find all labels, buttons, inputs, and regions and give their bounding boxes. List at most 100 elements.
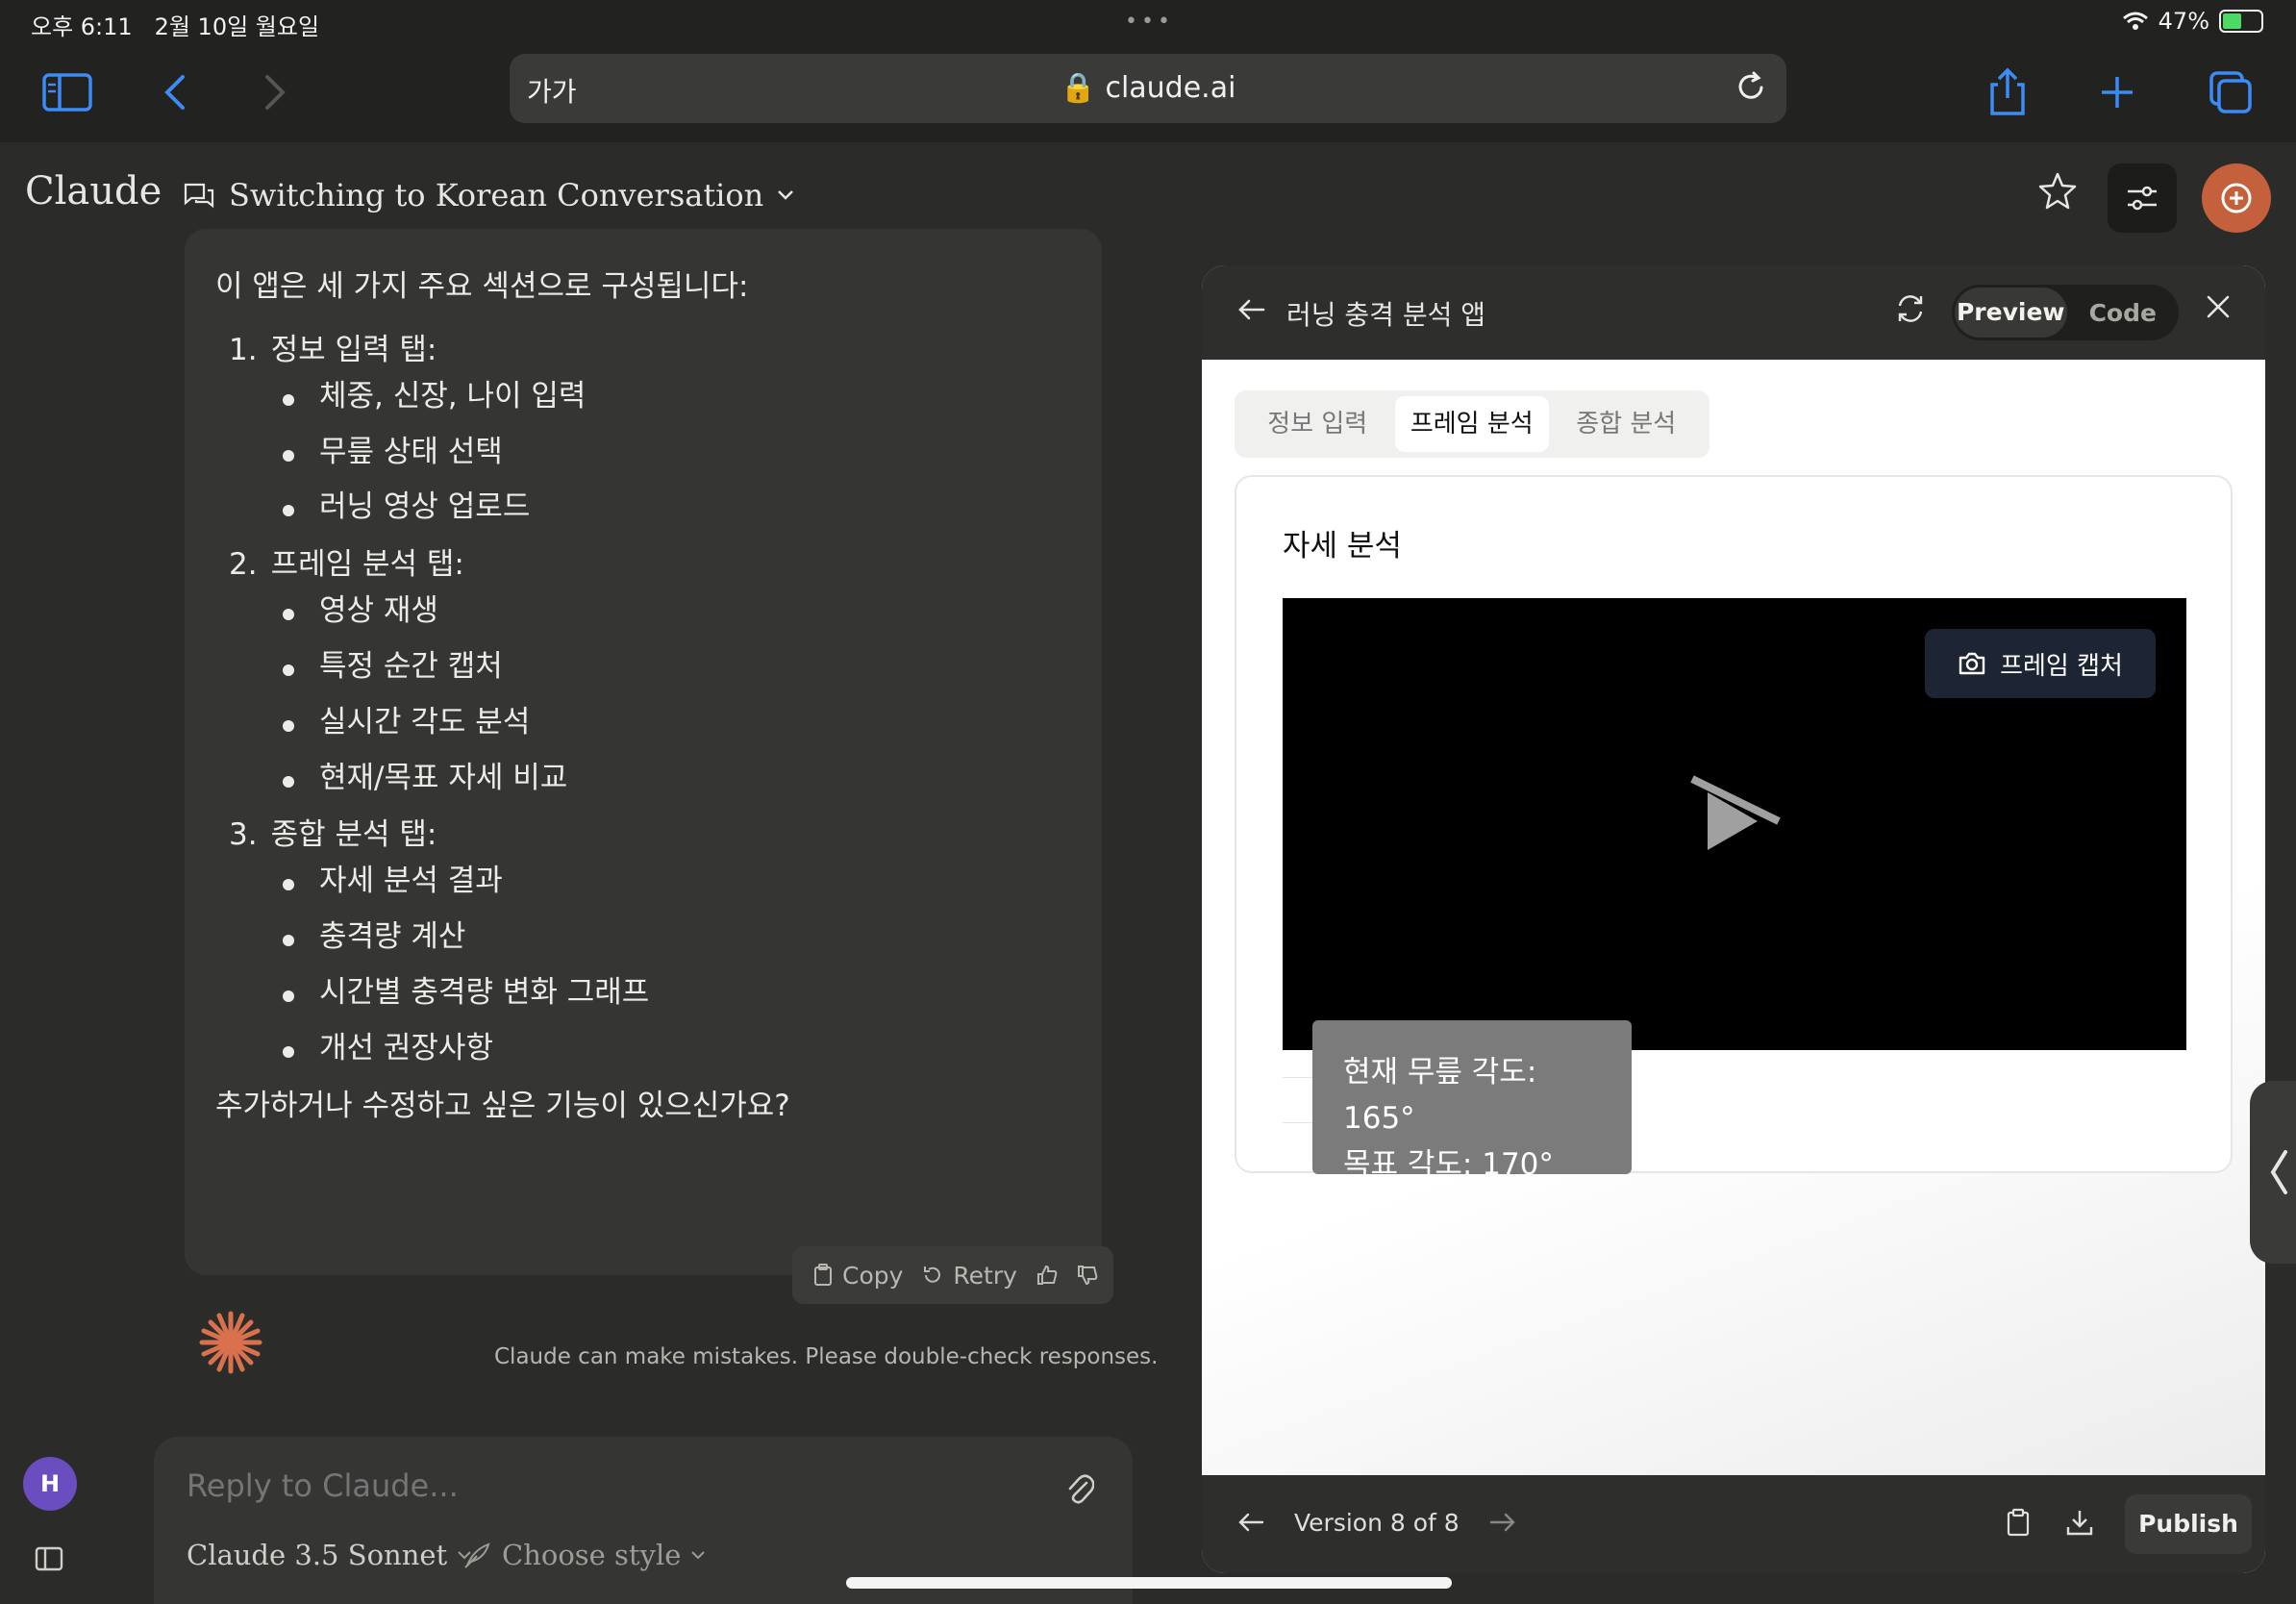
section-number: 2. — [229, 547, 258, 583]
model-selector[interactable]: Claude 3.5 Sonnet — [187, 1539, 472, 1571]
refresh-icon[interactable] — [1894, 292, 1927, 329]
url-text: claude.ai — [1105, 71, 1236, 105]
slide-over-handle[interactable] — [2250, 1081, 2296, 1264]
thumbs-down-icon[interactable] — [1077, 1265, 1098, 1286]
address-bar[interactable]: 가가 🔒 claude.ai — [510, 54, 1786, 123]
reply-input[interactable] — [187, 1467, 860, 1504]
claude-logo[interactable]: Claude — [25, 169, 162, 213]
bullet-item: 영상 재생 — [283, 591, 1071, 632]
home-indicator[interactable] — [846, 1577, 1452, 1589]
attach-paperclip-icon[interactable] — [1065, 1471, 1095, 1510]
download-icon[interactable] — [2065, 1508, 2094, 1537]
conversation-title[interactable]: Switching to Korean Conversation — [183, 177, 794, 213]
section-bullets: 영상 재생특정 순간 캡처실시간 각도 분석현재/목표 자세 비교 — [283, 591, 1071, 798]
code-tab[interactable]: Code — [2067, 299, 2180, 327]
artifact-header: 러닝 충격 분석 앱 Preview Code — [1202, 265, 2265, 360]
section-heading: 3. 종합 분석 탭: — [229, 815, 1071, 856]
section-item: 2. 프레임 분석 탭: 영상 재생 특정 순간 캡처 실시간 각도 분석 현재/목표 자… — [215, 545, 1071, 798]
section-number: 3. — [229, 817, 258, 853]
bullet-item: 현재/목표 자세 비교 — [283, 759, 1071, 799]
artifact-footer: Version 8 of 8 Publish — [1202, 1475, 2265, 1573]
share-icon[interactable] — [1979, 63, 2036, 121]
section-item: 3. 종합 분석 탭: 자세 분석 결과충격량 계산시간별 충격량 변화 그래프개선… — [215, 815, 1071, 1068]
preview-code-toggle[interactable]: Preview Code — [1952, 285, 2179, 340]
copy-button[interactable]: Copy — [813, 1262, 903, 1290]
battery-icon — [2219, 10, 2263, 33]
camera-icon — [1959, 652, 1985, 675]
tab-frame-analysis[interactable]: 프레임 분석 — [1394, 396, 1549, 452]
url-display[interactable]: 🔒 claude.ai — [510, 71, 1786, 105]
message-outro: 추가하거나 수정하고 싶은 기능이 있으신가요? — [215, 1088, 790, 1123]
bullet-item: 시간별 충격량 변화 그래프 — [283, 973, 1071, 1014]
retry-button[interactable]: Retry — [922, 1262, 1017, 1290]
chevron-down-icon — [778, 190, 794, 200]
new-chat-icon[interactable] — [2202, 163, 2271, 233]
user-avatar[interactable]: H — [23, 1457, 77, 1511]
card-title: 자세 분석 — [1283, 529, 1402, 564]
chevron-left-icon — [2270, 1150, 2287, 1194]
quill-icon — [464, 1542, 490, 1568]
section-item: 1. 정보 입력 탭: 체중, 신장, 나이 입력 무릎 상태 선택 러닝 영상 업로드 — [215, 331, 1071, 528]
settings-sliders-icon[interactable] — [2108, 163, 2177, 233]
back-icon[interactable] — [146, 63, 204, 121]
next-version-icon[interactable] — [1488, 1508, 1517, 1537]
wifi-icon — [2122, 12, 2148, 30]
publish-button[interactable]: Publish — [2125, 1494, 2252, 1554]
multitasking-dots-icon[interactable]: ••• — [1125, 10, 1174, 34]
sidebar-toggle-icon[interactable] — [38, 63, 96, 121]
assistant-message: 이 앱은 세 가지 주요 섹션으로 구성됩니다: 1. 정보 입력 탭: 체중, 신… — [185, 229, 1102, 1275]
play-disabled-icon[interactable] — [1686, 770, 1783, 862]
artifact-title: 러닝 충격 분석 앱 — [1286, 299, 1486, 331]
close-icon[interactable] — [2206, 294, 2231, 323]
angle-tooltip: 현재 무릎 각도: 165° 목표 각도: 170° — [1312, 1020, 1632, 1182]
bullet-item: 무릎 상태 선택 — [283, 433, 1071, 473]
version-label: Version 8 of 8 — [1294, 1508, 1460, 1537]
bullet-item: 특정 순간 캡처 — [283, 647, 1071, 688]
app-tabs: 정보 입력 프레임 분석 종합 분석 — [1235, 390, 1710, 458]
forward-icon[interactable] — [246, 63, 304, 121]
sidebar-panel-icon[interactable] — [35, 1546, 63, 1575]
status-bar: 오후 6:11 2월 10일 월요일 ••• 47% — [0, 0, 2296, 46]
new-tab-icon[interactable] — [2088, 63, 2146, 121]
artifact-panel: 러닝 충격 분석 앱 Preview Code 정보 입력 프레임 분석 종합 … — [1202, 265, 2265, 1573]
message-actions: Copy Retry — [792, 1246, 1113, 1304]
reload-icon[interactable] — [1733, 69, 1769, 110]
prev-version-icon[interactable] — [1236, 1508, 1265, 1537]
browser-toolbar: 가가 🔒 claude.ai — [0, 46, 2296, 142]
tabs-overview-icon[interactable] — [2202, 63, 2259, 121]
bullet-item: 자세 분석 결과 — [283, 862, 1071, 902]
video-player[interactable]: 프레임 캡처 — [1283, 598, 2186, 1050]
chevron-down-icon — [691, 1551, 706, 1560]
style-selector[interactable]: Choose style — [463, 1539, 706, 1571]
bullet-item: 충격량 계산 — [283, 917, 1071, 958]
tab-info-input[interactable]: 정보 입력 — [1240, 396, 1395, 452]
bullet-item: 체중, 신장, 나이 입력 — [283, 377, 1071, 417]
retry-icon — [924, 1266, 941, 1283]
bullet-item: 실시간 각도 분석 — [283, 703, 1071, 743]
battery-percent: 47% — [2158, 8, 2209, 35]
message-intro: 이 앱은 세 가지 주요 섹션으로 구성됩니다: — [215, 269, 749, 304]
chat-bubbles-icon — [184, 183, 214, 209]
status-clock: 오후 6:11 — [31, 13, 133, 40]
arrow-left-icon[interactable] — [1236, 294, 1267, 329]
frame-capture-button[interactable]: 프레임 캡처 — [1925, 629, 2156, 698]
section-number: 1. — [229, 332, 258, 367]
artifact-preview: 정보 입력 프레임 분석 종합 분석 자세 분석 프레임 캡처 ? 현재 무릎 … — [1202, 360, 2265, 1475]
section-bullets: 자세 분석 결과충격량 계산시간별 충격량 변화 그래프개선 권장사항 — [283, 862, 1071, 1068]
version-navigator: Version 8 of 8 — [1236, 1508, 1517, 1537]
section-title: 종합 분석 탭: — [270, 817, 437, 853]
retry-label: Retry — [953, 1261, 1017, 1290]
bullet-item: 개선 권장사항 — [283, 1029, 1071, 1069]
section-bullets: 체중, 신장, 나이 입력 무릎 상태 선택 러닝 영상 업로드 — [283, 377, 1071, 529]
target-angle-text: 목표 각도: 170° — [1343, 1147, 1554, 1183]
copy-label: Copy — [842, 1261, 904, 1290]
claude-spark-icon — [198, 1310, 263, 1375]
star-icon[interactable] — [2038, 171, 2077, 213]
tab-overall-analysis[interactable]: 종합 분석 — [1549, 396, 1704, 452]
section-list: 1. 정보 입력 탭: 체중, 신장, 나이 입력 무릎 상태 선택 러닝 영상 업로드… — [215, 331, 1071, 1069]
thumbs-up-icon[interactable] — [1036, 1265, 1058, 1286]
preview-tab[interactable]: Preview — [1955, 288, 2067, 338]
section-title: 정보 입력 탭: — [270, 332, 437, 367]
current-angle-text: 현재 무릎 각도: 165° — [1343, 1055, 1537, 1137]
copy-clipboard-icon[interactable] — [2006, 1508, 2031, 1537]
